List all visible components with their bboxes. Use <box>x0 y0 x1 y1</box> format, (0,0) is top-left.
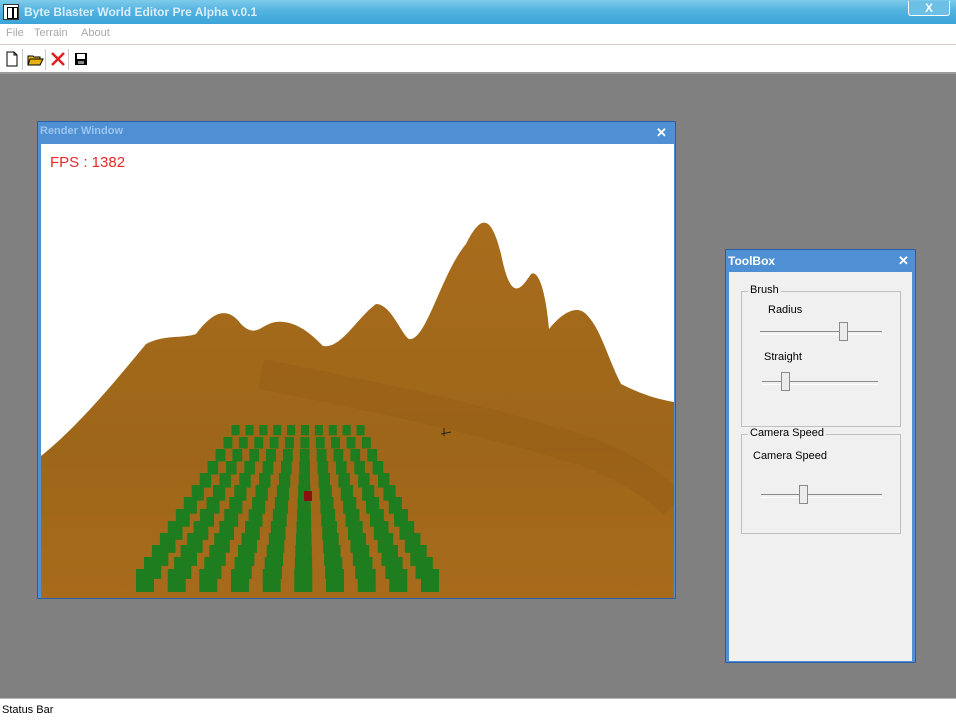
menu-file[interactable]: File <box>6 27 24 39</box>
tree-block <box>357 569 376 592</box>
save-button[interactable] <box>72 50 92 70</box>
tree-block <box>350 449 361 462</box>
tree-block <box>249 449 260 462</box>
tree-block <box>281 461 292 475</box>
tree-block <box>245 425 254 436</box>
toolbox-title: ToolBox <box>728 254 776 268</box>
new-document-button[interactable] <box>3 50 23 70</box>
tree-block <box>361 437 371 449</box>
fps-counter: FPS : 1382 <box>50 154 126 171</box>
delete-icon <box>51 52 65 66</box>
tree-block <box>207 461 219 475</box>
tree-block <box>238 437 248 449</box>
new-document-icon <box>6 51 18 67</box>
tree-block <box>231 425 240 436</box>
tree-block <box>226 461 237 475</box>
menu-bar: File Terrain About <box>0 24 956 45</box>
tree-block <box>356 425 365 436</box>
open-button[interactable] <box>26 50 46 70</box>
camera-speed-slider[interactable] <box>761 485 882 505</box>
camera-speed-slider-thumb[interactable] <box>799 485 808 504</box>
tree-block <box>317 461 329 475</box>
render-window-title: Render Window <box>40 125 124 137</box>
tree-block <box>328 425 337 436</box>
camera-speed-label: Camera Speed <box>753 450 827 462</box>
tree-block <box>283 449 293 462</box>
tree-block <box>244 461 255 475</box>
brush-group: Brush Radius Straight <box>741 284 901 427</box>
save-icon <box>75 53 87 65</box>
radius-slider-thumb[interactable] <box>839 322 848 341</box>
tree-block <box>314 425 323 436</box>
tree-block <box>331 437 340 449</box>
tree-block <box>389 569 408 592</box>
app-title-bar: Byte Blaster World Editor Pre Alpha v.0.… <box>0 0 956 24</box>
tree-block <box>254 437 264 449</box>
tree-block <box>342 425 351 436</box>
menu-about[interactable]: About <box>81 27 110 39</box>
app-title: Byte Blaster World Editor Pre Alpha v.0.… <box>24 5 258 19</box>
tree-block <box>136 569 154 592</box>
radius-label: Radius <box>768 304 803 316</box>
tree-block <box>266 449 276 462</box>
render-window: Render Window ✕ FPS : 1382 <box>37 121 676 599</box>
tree-block <box>333 449 344 462</box>
tree-block <box>215 449 226 462</box>
toolbox-close-button[interactable]: ✕ <box>898 253 909 269</box>
delete-button[interactable] <box>49 50 69 70</box>
tree-block <box>421 569 439 592</box>
status-text: Status Bar <box>2 704 54 716</box>
straight-label: Straight <box>764 351 802 363</box>
tree-block <box>232 449 243 462</box>
tree-block <box>367 449 378 462</box>
tree-block <box>336 461 347 475</box>
toolbar <box>0 45 956 74</box>
tree-block <box>287 425 296 436</box>
terrain-scene <box>41 222 674 598</box>
tree-block <box>372 461 384 475</box>
radius-slider[interactable] <box>760 322 882 342</box>
tree-block <box>294 569 313 592</box>
tree-block <box>354 461 365 475</box>
tree-block <box>223 437 233 449</box>
tree-block <box>346 437 356 449</box>
tree-block <box>300 437 310 449</box>
tree-block <box>231 569 249 592</box>
tree-block <box>300 425 309 436</box>
tree-block <box>167 569 186 592</box>
app-logo-icon <box>3 4 19 20</box>
render-viewport[interactable]: FPS : 1382 <box>41 144 674 598</box>
menu-terrain[interactable]: Terrain <box>34 27 68 39</box>
straight-slider[interactable] <box>762 372 878 392</box>
tree-block <box>269 437 279 449</box>
app-close-button[interactable]: X <box>908 1 950 16</box>
render-window-close-button[interactable]: ✕ <box>656 125 667 141</box>
tree-block <box>273 425 282 436</box>
tree-block <box>316 449 327 462</box>
tree-block <box>315 437 325 449</box>
toolbox-body: Brush Radius Straight Camera Speed Camer… <box>729 272 912 661</box>
tree-block <box>262 461 274 475</box>
camera-speed-group: Camera Speed Camera Speed <box>741 427 901 534</box>
tree-block <box>299 449 310 462</box>
tree-block <box>285 437 294 449</box>
brush-group-title: Brush <box>748 284 781 296</box>
tree-block <box>199 569 218 592</box>
tree-block <box>299 461 310 475</box>
camera-speed-group-title: Camera Speed <box>748 427 826 439</box>
tree-block <box>326 569 344 592</box>
open-folder-icon <box>27 55 44 66</box>
status-bar: Status Bar <box>0 698 956 721</box>
toolbox-panel: ToolBox ✕ Brush Radius Straight Camera S… <box>725 249 916 663</box>
straight-slider-thumb[interactable] <box>781 372 790 391</box>
tree-block <box>259 425 268 436</box>
selection-marker <box>304 491 312 501</box>
tree-block <box>262 569 281 592</box>
